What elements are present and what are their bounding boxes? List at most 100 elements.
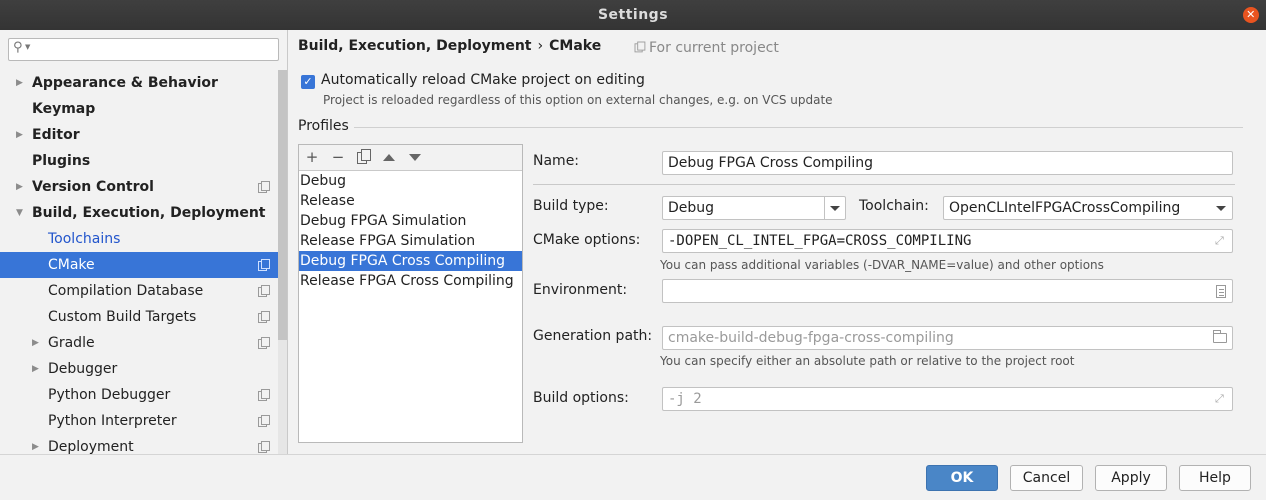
project-scope-icon	[258, 415, 270, 427]
breadcrumb-parent[interactable]: Build, Execution, Deployment	[298, 38, 532, 54]
sidebar-item-label: Compilation Database	[48, 283, 204, 299]
sidebar-item[interactable]: ▼ Build, Execution, Deployment	[0, 200, 287, 226]
build-options-field[interactable]: -j 2 ⤢	[662, 387, 1233, 411]
plus-icon[interactable]: +	[303, 148, 321, 166]
environment-field[interactable]	[662, 279, 1233, 303]
chevron-down-icon[interactable]	[824, 197, 845, 219]
sidebar-item-label: Deployment	[48, 439, 134, 454]
scope-note: For current project	[634, 40, 779, 56]
profile-list-item[interactable]: Release	[299, 191, 522, 211]
sidebar-item-label: Version Control	[32, 179, 154, 195]
window-titlebar: Settings ✕	[0, 0, 1266, 30]
copy-icon[interactable]	[357, 149, 371, 164]
sidebar-item[interactable]: ▶ Deployment	[0, 434, 287, 454]
generation-path-hint: You can specify either an absolute path …	[660, 354, 1075, 368]
chevron-right-icon[interactable]: ▶	[16, 70, 23, 96]
chevron-down-icon[interactable]	[1216, 206, 1226, 211]
sidebar-item[interactable]: CMake	[0, 252, 287, 278]
expand-icon[interactable]: ⤢	[1215, 235, 1227, 247]
scrollbar-thumb[interactable]	[278, 70, 287, 340]
sidebar-item[interactable]: ▶ Appearance & Behavior	[0, 70, 287, 96]
scope-note-label: For current project	[649, 40, 779, 56]
sidebar-item[interactable]: Plugins	[0, 148, 287, 174]
sidebar-item[interactable]: Python Interpreter	[0, 408, 287, 434]
arrow-up-icon[interactable]	[383, 154, 395, 161]
sidebar-item[interactable]: Toolchains	[0, 226, 287, 252]
settings-sidebar: ⚲ ▼ ▶ Appearance & Behavior Keymap ▶ Editor P…	[0, 30, 288, 454]
profile-list-item[interactable]: Release FPGA Simulation	[299, 231, 522, 251]
name-label: Name:	[533, 153, 580, 169]
sidebar-scrollbar[interactable]	[278, 70, 287, 454]
folder-icon[interactable]	[1213, 330, 1227, 343]
expand-icon[interactable]: ⤢	[1215, 393, 1227, 405]
profile-list-item[interactable]: Debug FPGA Cross Compiling	[299, 251, 522, 271]
sidebar-item-label: Editor	[32, 127, 80, 143]
toolchain-select[interactable]: OpenCLIntelFPGACrossCompiling	[943, 196, 1233, 220]
project-scope-icon	[258, 389, 270, 401]
breadcrumb-current: CMake	[549, 38, 602, 54]
profile-list-item[interactable]: Debug FPGA Simulation	[299, 211, 522, 231]
sidebar-item-label: Appearance & Behavior	[32, 75, 218, 91]
build-options-label: Build options:	[533, 390, 629, 406]
chevron-right-icon[interactable]: ▶	[16, 122, 23, 148]
chevron-right-icon[interactable]: ▶	[32, 434, 39, 454]
chevron-right-icon[interactable]: ▶	[32, 356, 39, 382]
toolchain-label: Toolchain:	[859, 198, 929, 214]
profile-list-item[interactable]: Release FPGA Cross Compiling	[299, 271, 522, 291]
form-divider	[533, 184, 1235, 185]
sidebar-item-label: Toolchains	[48, 231, 121, 247]
cmake-options-hint: You can pass additional variables (-DVAR…	[660, 258, 1104, 272]
profiles-section-label: Profiles	[298, 118, 349, 134]
sidebar-item[interactable]: ▶ Editor	[0, 122, 287, 148]
name-field[interactable]: Debug FPGA Cross Compiling	[662, 151, 1233, 175]
sidebar-item-label: Debugger	[48, 361, 118, 377]
sidebar-item-label: Python Interpreter	[48, 413, 177, 429]
ok-button[interactable]: OK	[926, 465, 998, 491]
cmake-options-field[interactable]: -DOPEN_CL_INTEL_FPGA=CROSS_COMPILING ⤢	[662, 229, 1233, 253]
document-icon[interactable]	[1216, 285, 1226, 298]
window-title: Settings	[597, 7, 669, 23]
arrow-down-icon[interactable]	[409, 154, 421, 161]
sidebar-item[interactable]: ▶ Version Control	[0, 174, 287, 200]
sidebar-item[interactable]: Keymap	[0, 96, 287, 122]
project-scope-icon	[258, 285, 270, 297]
chevron-down-icon[interactable]: ▼	[16, 200, 23, 226]
cancel-button[interactable]: Cancel	[1010, 465, 1083, 491]
sidebar-item-label: Build, Execution, Deployment	[32, 205, 266, 221]
cmake-options-label: CMake options:	[533, 232, 641, 248]
sidebar-item-label: Plugins	[32, 153, 91, 169]
project-scope-icon	[634, 41, 646, 53]
project-scope-icon	[258, 181, 270, 193]
build-type-select[interactable]: Debug	[662, 196, 846, 220]
sidebar-item-label: Gradle	[48, 335, 95, 351]
environment-label: Environment:	[533, 282, 628, 298]
dialog-footer: OK Cancel Apply Help	[0, 454, 1266, 500]
settings-tree: ▶ Appearance & Behavior Keymap ▶ Editor Plugi…	[0, 70, 287, 454]
build-type-value: Debug	[668, 200, 715, 216]
minus-icon[interactable]: −	[329, 148, 347, 166]
close-icon[interactable]: ✕	[1243, 7, 1259, 23]
auto-reload-checkbox[interactable]: ✓	[301, 75, 315, 89]
auto-reload-label[interactable]: Automatically reload CMake project on ed…	[321, 72, 645, 88]
sidebar-item[interactable]: Custom Build Targets	[0, 304, 287, 330]
auto-reload-hint: Project is reloaded regardless of this o…	[323, 93, 833, 107]
chevron-right-icon[interactable]: ▶	[32, 330, 39, 356]
sidebar-item[interactable]: ▶ Gradle	[0, 330, 287, 356]
search-input[interactable]: ⚲ ▼	[8, 38, 279, 61]
sidebar-item-label: CMake	[48, 257, 95, 273]
chevron-down-icon[interactable]: ▼	[25, 43, 30, 51]
sidebar-item[interactable]: ▶ Debugger	[0, 356, 287, 382]
sidebar-item[interactable]: Compilation Database	[0, 278, 287, 304]
sidebar-item[interactable]: Python Debugger	[0, 382, 287, 408]
generation-path-field[interactable]: cmake-build-debug-fpga-cross-compiling	[662, 326, 1233, 350]
sidebar-item-label: Keymap	[32, 101, 96, 117]
apply-button[interactable]: Apply	[1095, 465, 1167, 491]
section-divider	[354, 127, 1243, 128]
breadcrumb: Build, Execution, Deployment › CMake	[298, 38, 601, 54]
search-icon: ⚲	[13, 40, 23, 55]
chevron-right-icon[interactable]: ▶	[16, 174, 23, 200]
build-options-value: -j 2	[668, 391, 702, 407]
help-button[interactable]: Help	[1179, 465, 1251, 491]
build-type-label: Build type:	[533, 198, 609, 214]
profile-list-item[interactable]: Debug	[299, 171, 522, 191]
